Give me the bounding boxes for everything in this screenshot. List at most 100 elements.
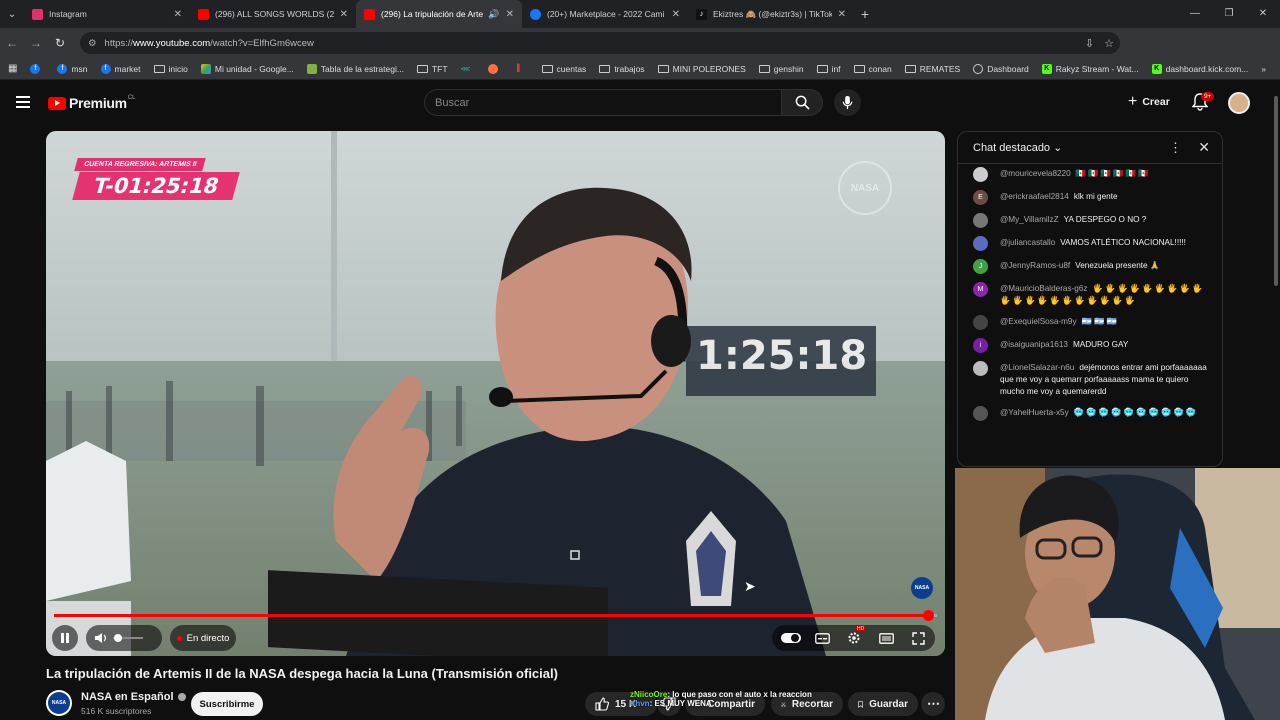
omnibox[interactable]: ⚙ https://www.youtube.com/watch?v=ElfhGm… — [80, 32, 1120, 54]
bookmark-kick-dashboard[interactable]: Kdashboard.kick.com... — [1151, 63, 1248, 74]
subtitles-button[interactable] — [812, 625, 832, 651]
pause-button[interactable] — [52, 625, 78, 651]
create-button[interactable]: + Crear — [1128, 93, 1170, 111]
theater-mode-button[interactable] — [876, 625, 896, 651]
chat-avatar[interactable] — [973, 236, 988, 251]
chat-username[interactable]: @erickraafael2814 — [1000, 192, 1069, 201]
chat-mode-dropdown[interactable]: Chat destacado ⌄ — [973, 141, 1062, 154]
bookmark-conan[interactable]: conan — [853, 64, 892, 74]
bookmark-tft[interactable]: TFT — [416, 64, 448, 74]
chat-username[interactable]: @ExequielSosa-m9y — [1000, 317, 1077, 326]
volume-slider[interactable] — [113, 634, 143, 642]
bookmark-orange[interactable] — [487, 63, 502, 74]
tab-search-icon[interactable]: ⌄ — [0, 0, 24, 28]
subscribe-button[interactable]: Suscribirme — [191, 692, 263, 716]
bookmark-trabajos[interactable]: trabajos — [599, 64, 645, 74]
chat-avatar[interactable] — [973, 406, 988, 421]
chat-message[interactable]: i @isaiguanipa1613 MADURO GAY — [973, 338, 1212, 353]
bookmark-red[interactable]: ▌ — [515, 64, 529, 74]
chat-avatar[interactable] — [973, 167, 988, 182]
chat-more-icon[interactable]: ⋮ — [1169, 140, 1182, 156]
restore-icon[interactable]: ❐ — [1212, 0, 1246, 28]
bookmark-cuentas[interactable]: cuentas — [541, 64, 586, 74]
chat-username[interactable]: @mouricevela8220 — [1000, 169, 1071, 178]
volume-knob[interactable] — [114, 634, 122, 642]
chat-avatar[interactable]: J — [973, 259, 988, 274]
chat-message[interactable]: M @MauricioBalderas-g6z 🖐 🖐 🖐 🖐 🖐 🖐 🖐 🖐 🖐 … — [973, 282, 1212, 307]
tab-tiktok[interactable]: ♪ Ekiztres 🙈 (@ekiztr3s) | TikTok ✕ — [688, 0, 854, 28]
chat-avatar[interactable] — [973, 361, 988, 376]
bookmark-facebook[interactable]: f — [30, 63, 44, 74]
bookmarks-overflow-icon[interactable]: » — [1261, 64, 1266, 74]
save-button[interactable]: Guardar — [848, 692, 918, 716]
install-icon[interactable]: ⇩ — [1085, 37, 1094, 50]
bookmark-mini-polerones[interactable]: MINI POLERONES — [657, 64, 746, 74]
chat-avatar[interactable]: E — [973, 190, 988, 205]
fullscreen-button[interactable] — [908, 625, 928, 651]
bookmark-tabla[interactable]: Tabla de la estrategi... — [306, 63, 404, 74]
progress-bar[interactable] — [54, 610, 937, 621]
tab-artemis[interactable]: (296) La tripulación de Arte 🔊 ✕ — [356, 0, 522, 28]
search-input[interactable]: Buscar — [424, 89, 782, 116]
bookmark-remates[interactable]: REMATES — [904, 64, 960, 74]
bookmark-inf[interactable]: inf — [816, 64, 841, 74]
reload-icon[interactable]: ↻ — [48, 36, 72, 50]
bookmark-rakyz[interactable]: K Rakyz Stream - Wat... — [1041, 63, 1139, 74]
channel-name[interactable]: NASA en Español — [81, 691, 186, 703]
minimize-icon[interactable]: — — [1178, 0, 1212, 28]
bookmark-drive[interactable]: Mi unidad - Google... — [200, 63, 294, 74]
chat-avatar[interactable] — [973, 213, 988, 228]
close-tab-icon[interactable]: ✕ — [340, 9, 348, 20]
bookmark-genshin[interactable]: genshin — [758, 64, 804, 74]
chat-message[interactable]: @My_VillamilzZ YA DESPEGO O NO ? — [973, 213, 1212, 228]
tab-all-songs[interactable]: (296) ALL SONGS WORLDS (20 ✕ — [190, 0, 356, 28]
chat-username[interactable]: @My_VillamilzZ — [1000, 215, 1059, 224]
search-button[interactable] — [781, 89, 823, 116]
bookmark-msn[interactable]: f msn — [57, 63, 88, 74]
chat-username[interactable]: @LionelSalazar-n6u — [1000, 363, 1074, 372]
chat-avatar[interactable] — [973, 315, 988, 330]
chat-close-icon[interactable]: ✕ — [1198, 139, 1210, 156]
close-tab-icon[interactable]: ✕ — [672, 9, 680, 20]
close-tab-icon[interactable]: ✕ — [174, 9, 182, 20]
back-icon[interactable]: ← — [0, 36, 24, 50]
voice-search-button[interactable] — [834, 89, 861, 116]
chat-username[interactable]: @MauricioBalderas-g6z — [1000, 284, 1088, 293]
more-actions-button[interactable]: ⋯ — [921, 692, 945, 716]
channel-avatar[interactable]: NASA — [46, 690, 72, 716]
speaker-icon[interactable]: 🔊 — [488, 9, 499, 20]
close-tab-icon[interactable]: ✕ — [506, 9, 514, 20]
account-avatar[interactable] — [1228, 92, 1250, 114]
settings-button[interactable]: HD — [844, 625, 866, 651]
close-tab-icon[interactable]: ✕ — [838, 9, 846, 20]
chat-message[interactable]: E @erickraafael2814 klk mi gente — [973, 190, 1212, 205]
close-window-icon[interactable]: ✕ — [1246, 0, 1280, 28]
youtube-logo[interactable]: Premium CL — [48, 95, 135, 111]
bookmark-market[interactable]: f market — [100, 63, 141, 74]
chat-message[interactable]: J @JennyRamos-u8f Venezuela presente 🙏 — [973, 259, 1212, 274]
bookmark-star-icon[interactable]: ☆ — [1104, 37, 1114, 50]
bookmark-dashboard[interactable]: Dashboard — [973, 63, 1029, 74]
chat-username[interactable]: @YahelHuerta-x5y — [1000, 408, 1069, 417]
autoplay-toggle[interactable] — [779, 625, 803, 651]
apps-grid-icon[interactable]: ▦ — [8, 63, 17, 74]
live-indicator[interactable]: En directo — [170, 625, 236, 651]
bookmark-green[interactable]: ⋘ — [461, 64, 475, 74]
chat-message[interactable]: @ExequielSosa-m9y 🇦🇷 🇦🇷 🇦🇷 — [973, 315, 1212, 330]
site-info-icon[interactable]: ⚙ — [88, 38, 97, 49]
chat-username[interactable]: @isaiguanipa1613 — [1000, 340, 1068, 349]
tab-instagram[interactable]: Instagram ✕ — [24, 0, 190, 28]
tab-marketplace[interactable]: (20+) Marketplace - 2022 Cami ✕ — [522, 0, 688, 28]
forward-icon[interactable]: → — [24, 36, 48, 50]
new-tab-button[interactable]: + — [854, 6, 876, 22]
bookmark-inicio[interactable]: inicio — [153, 64, 188, 74]
chat-message[interactable]: @LionelSalazar-n6u dejémonos entrar ami p… — [973, 361, 1212, 398]
chat-username[interactable]: @juliancastallo — [1000, 238, 1055, 247]
chat-username[interactable]: @JennyRamos-u8f — [1000, 261, 1070, 270]
chat-message[interactable]: @YahelHuerta-x5y 🥶 🥶 🥶 🥶 🥶 🥶 🥶 🥶 🥶 🥶 — [973, 406, 1212, 421]
video-player[interactable]: CUENTA REGRESIVA: ARTEMIS II T-01:25:18 … — [46, 131, 945, 656]
chat-message[interactable]: @mouricevela8220 🇲🇽 🇲🇽 🇲🇽 🇲🇽 🇲🇽 🇲🇽 — [973, 167, 1212, 182]
menu-icon[interactable] — [16, 96, 30, 108]
chat-message[interactable]: @juliancastallo VAMOS ATLÉTICO NACIONAL!!… — [973, 236, 1212, 251]
volume-control[interactable] — [86, 625, 162, 651]
